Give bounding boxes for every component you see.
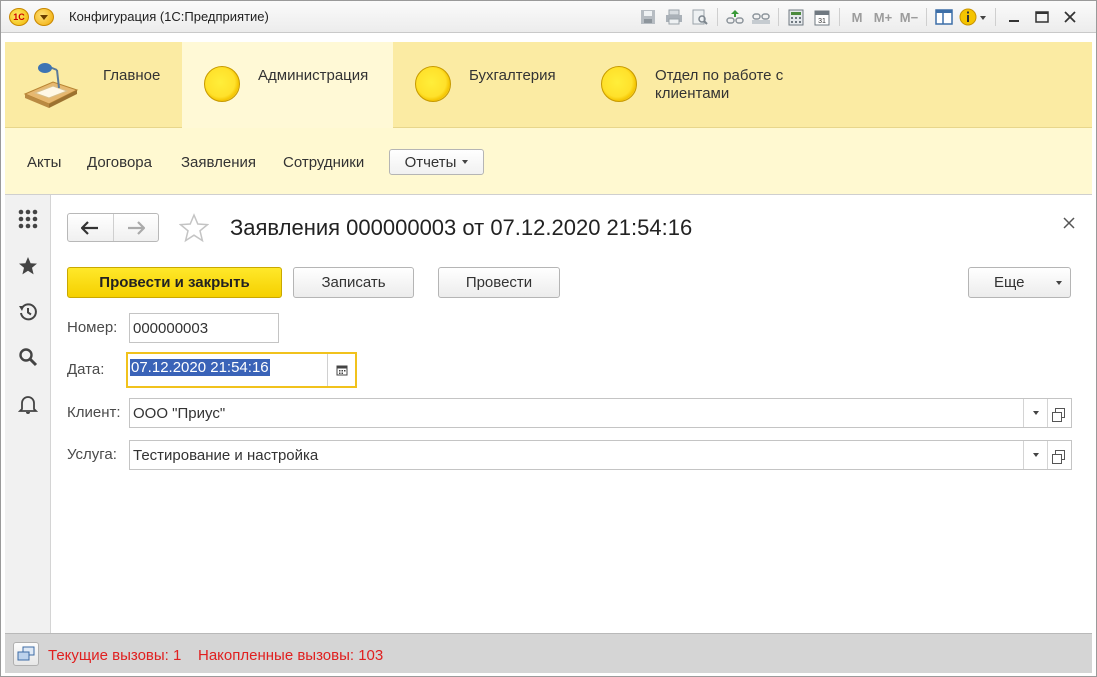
service-dropdown-icon[interactable]	[1023, 441, 1047, 469]
number-field[interactable]: 000000003	[129, 313, 279, 343]
calendar-picker-icon[interactable]	[327, 354, 355, 386]
function-contracts[interactable]: Договора	[87, 154, 152, 171]
section-label: Бухгалтерия	[469, 67, 556, 84]
info-icon[interactable]	[957, 6, 991, 28]
link-down-icon[interactable]	[748, 6, 774, 28]
memory-m-icon[interactable]: M	[844, 6, 870, 28]
document-form: Заявления 000000003 от 07.12.2020 21:54:…	[51, 195, 1092, 633]
service-label: Услуга:	[67, 446, 117, 463]
search-icon[interactable]	[16, 345, 40, 369]
app-logo-icon[interactable]: 1С	[9, 8, 29, 26]
desk-lamp-icon	[23, 63, 79, 108]
back-arrow-icon[interactable]	[68, 214, 113, 241]
grid-menu-icon[interactable]	[16, 207, 40, 231]
client-dropdown-icon[interactable]	[1023, 399, 1047, 427]
client-open-icon[interactable]	[1047, 399, 1071, 427]
close-icon[interactable]	[1056, 6, 1084, 28]
favorite-star-icon[interactable]	[178, 213, 210, 248]
form-close-icon[interactable]	[1063, 213, 1075, 234]
server-calls-icon[interactable]	[13, 642, 39, 666]
section-label: Администрация	[258, 67, 369, 84]
favorites-star-icon[interactable]	[16, 254, 40, 278]
chevron-down-icon	[1056, 281, 1062, 285]
section-label: Отдел по работе с клиентами	[655, 67, 784, 102]
minimize-icon[interactable]	[1000, 6, 1028, 28]
save-icon[interactable]	[635, 6, 661, 28]
calendar-icon[interactable]: 31	[809, 6, 835, 28]
open-window-icon	[1051, 408, 1065, 422]
more-button[interactable]: Еще	[968, 267, 1071, 298]
service-value: Тестирование и настройка	[133, 447, 319, 464]
reports-label: Отчеты	[404, 153, 457, 171]
reports-button[interactable]: Отчеты	[389, 149, 484, 175]
section-label: Главное	[103, 67, 161, 84]
link-up-icon[interactable]	[722, 6, 748, 28]
yellow-circle-icon	[204, 66, 240, 102]
date-value: 07.12.2020 21:54:16	[130, 359, 270, 376]
function-employees[interactable]: Сотрудники	[283, 154, 364, 171]
post-button-label: Провести	[465, 274, 533, 291]
maximize-icon[interactable]	[1028, 6, 1056, 28]
title-bar: 1С Конфигурация (1С:Предприятие) 31 M M+…	[1, 1, 1096, 33]
post-button[interactable]: Провести	[438, 267, 560, 298]
function-applications[interactable]: Заявления	[181, 154, 256, 171]
title-toolbar: 31 M M+ M−	[635, 6, 1084, 28]
main-menu-icon[interactable]	[34, 8, 54, 26]
memory-plus-icon[interactable]: M+	[870, 6, 896, 28]
chevron-down-icon	[1032, 453, 1039, 457]
notification-bell-icon[interactable]	[16, 392, 40, 416]
status-bar: Текущие вызовы: 1 Накопленные вызовы: 10…	[5, 633, 1092, 673]
window-title: Конфигурация (1С:Предприятие)	[69, 9, 269, 24]
current-calls-text: Текущие вызовы: 1	[48, 647, 182, 664]
client-value: ООО "Приус"	[133, 405, 226, 422]
open-window-icon	[1051, 450, 1065, 464]
history-icon[interactable]	[16, 300, 40, 324]
section-accounting[interactable]: Бухгалтерия	[393, 42, 585, 128]
toolbar-separator	[839, 8, 840, 26]
section-administration[interactable]: Администрация	[182, 42, 393, 128]
preview-icon[interactable]	[687, 6, 713, 28]
yellow-circle-icon	[415, 66, 451, 102]
chevron-down-icon	[462, 160, 469, 164]
sections-panel: Главное Администрация Бухгалтерия Отдел …	[5, 42, 1092, 128]
number-label: Номер:	[67, 319, 118, 336]
client-field[interactable]: ООО "Приус"	[129, 398, 1072, 428]
date-field[interactable]: 07.12.2020 21:54:16	[126, 352, 357, 388]
yellow-circle-icon	[601, 66, 637, 102]
date-label: Дата:	[67, 361, 105, 378]
calculator-icon[interactable]	[783, 6, 809, 28]
service-field[interactable]: Тестирование и настройка	[129, 440, 1072, 470]
post-and-close-button[interactable]: Провести и закрыть	[67, 267, 282, 298]
toolbar-separator	[995, 8, 996, 26]
calendar-day: 31	[818, 18, 826, 25]
memory-minus-icon[interactable]: M−	[896, 6, 922, 28]
function-acts[interactable]: Акты	[27, 154, 61, 171]
section-main[interactable]: Главное	[5, 42, 182, 128]
more-button-label: Еще	[994, 274, 1025, 291]
toolbar-separator	[926, 8, 927, 26]
left-toolbar	[5, 195, 51, 633]
toolbar-separator	[778, 8, 779, 26]
service-open-icon[interactable]	[1047, 441, 1071, 469]
write-button[interactable]: Записать	[293, 267, 414, 298]
client-label: Клиент:	[67, 404, 121, 421]
section-client-department[interactable]: Отдел по работе с клиентами	[585, 42, 825, 128]
navigation-buttons	[67, 213, 159, 242]
form-title: Заявления 000000003 от 07.12.2020 21:54:…	[230, 215, 693, 240]
app-window: 1С Конфигурация (1С:Предприятие) 31 M M+…	[0, 0, 1097, 677]
number-value: 000000003	[133, 320, 209, 337]
panel-icon[interactable]	[931, 6, 957, 28]
forward-arrow-icon[interactable]	[112, 214, 158, 241]
accumulated-calls-text: Накопленные вызовы: 103	[198, 647, 384, 664]
functions-panel: Акты Договора Заявления Сотрудники Отчет…	[5, 128, 1092, 195]
toolbar-separator	[717, 8, 718, 26]
print-icon[interactable]	[661, 6, 687, 28]
chevron-down-icon	[1032, 411, 1039, 415]
